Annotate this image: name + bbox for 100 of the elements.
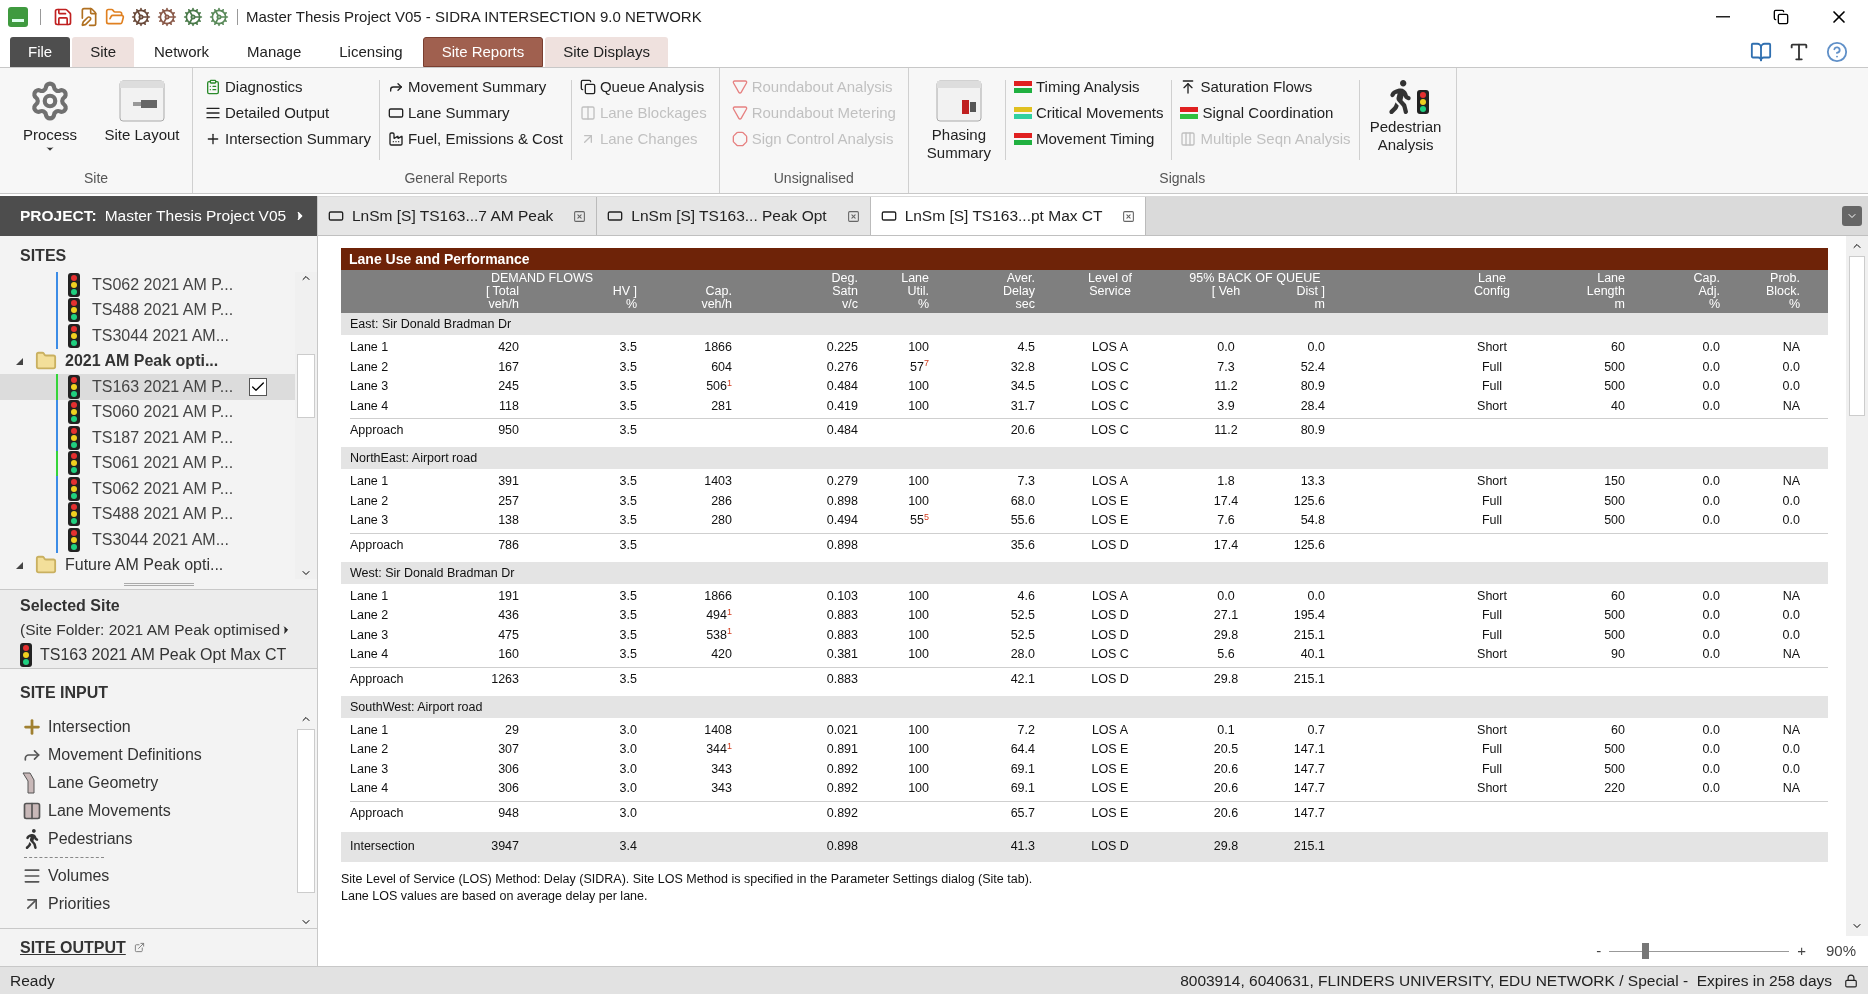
site-item[interactable]: TS488 2021 AM P...	[0, 501, 295, 527]
table-cell: 54.8	[1300, 513, 1325, 528]
close-icon[interactable]	[846, 209, 860, 223]
ribbon-item[interactable]: Timing Analysis	[1013, 76, 1164, 98]
scrollbar-thumb[interactable]	[297, 354, 315, 418]
table-cell: 604	[711, 359, 732, 374]
table-cell: 0.898	[826, 537, 858, 552]
column-header: Level of	[1088, 271, 1132, 285]
ribbon-item[interactable]: Critical Movements	[1013, 102, 1164, 124]
document-tab[interactable]: LnSm [S] TS163...7 AM Peak	[318, 197, 598, 235]
zoom-in-label[interactable]: +	[1797, 939, 1806, 963]
scrollbar-thumb[interactable]	[297, 729, 315, 893]
ribbon-item[interactable]: Detailed Output	[205, 102, 371, 124]
site-input-item[interactable]: Volumes	[20, 862, 295, 890]
book-icon[interactable]	[1750, 41, 1772, 63]
table-cell: 3.5	[619, 474, 637, 489]
table-cell: 500	[1604, 493, 1625, 508]
table-cell: Full	[1481, 493, 1503, 508]
gear-icon[interactable]	[209, 7, 229, 27]
site-item[interactable]: TS163 2021 AM P...	[0, 374, 295, 400]
document-tab[interactable]: LnSm [S] TS163... Peak Opt	[597, 197, 871, 235]
table-cell: 32.8	[1010, 359, 1035, 374]
table-cell: 64.4	[1010, 742, 1035, 757]
table-cell: 3.0	[619, 722, 637, 737]
table-cell: 55.6	[1010, 513, 1035, 528]
gear-icon[interactable]	[183, 7, 203, 27]
zoom-out-label[interactable]: -	[1596, 939, 1602, 963]
slider-thumb[interactable]	[1642, 943, 1650, 959]
site-item[interactable]: TS488 2021 AM P...	[0, 297, 295, 323]
site-item[interactable]: TS060 2021 AM P...	[0, 399, 295, 425]
site-item[interactable]: TS3044 2021 AM...	[0, 527, 295, 553]
ribbon-item[interactable]: Fuel, Emissions & Cost	[387, 128, 563, 150]
ribbon-item[interactable]: Saturation Flows	[1180, 76, 1351, 98]
ribbon-tab[interactable]: Site	[72, 37, 135, 67]
ribbon-item[interactable]: Signal Coordination	[1180, 102, 1351, 124]
ribbon-item[interactable]: Queue Analysis	[579, 76, 707, 98]
table-cell: 41.3	[1010, 839, 1035, 854]
ribbon-button[interactable]: Site Layout	[96, 72, 188, 168]
table-cell: LOS E	[1091, 513, 1129, 528]
close-icon[interactable]	[573, 209, 587, 223]
site-input-item[interactable]: Lane Geometry	[20, 769, 295, 797]
table-cell: 0.0	[1702, 379, 1720, 394]
ribbon-item[interactable]: Intersection Summary	[205, 128, 371, 150]
ribbon-button[interactable]: Phasing Summary	[912, 72, 1005, 168]
folder-item[interactable]: 2021 AM Peak opti...	[0, 348, 295, 374]
bars-icon	[1013, 80, 1032, 94]
site-input-item[interactable]: Pedestrians	[20, 825, 295, 853]
table-cell: 100	[908, 722, 929, 737]
scrollbar[interactable]	[1846, 236, 1868, 936]
rectangle-icon	[328, 208, 344, 224]
close-icon[interactable]	[1122, 209, 1136, 223]
font-icon[interactable]	[1788, 41, 1810, 63]
site-item[interactable]: TS061 2021 AM P...	[0, 450, 295, 476]
site-item[interactable]: TS062 2021 AM P...	[0, 476, 295, 502]
table-cell: 0.0	[1217, 588, 1235, 603]
site-output-link[interactable]: SITE OUTPUT	[20, 935, 126, 960]
check-icon	[249, 377, 268, 396]
document-tab[interactable]: LnSm [S] TS163...pt Max CT	[870, 197, 1147, 235]
site-item[interactable]: TS187 2021 AM P...	[0, 425, 295, 451]
table-cell: 306	[498, 781, 519, 796]
ribbon-item[interactable]: Movement Summary	[387, 76, 563, 98]
ribbon-item[interactable]: Lane Summary	[387, 102, 563, 124]
row-label: Approach	[350, 423, 404, 438]
ribbon-tab[interactable]: Site Displays	[545, 37, 668, 67]
table-cell: 3.0	[619, 805, 637, 820]
table-cell: 69.1	[1010, 781, 1035, 796]
table-cell: 34.5	[1010, 379, 1035, 394]
table-cell: 1.8	[1217, 474, 1235, 489]
scrollbar-thumb[interactable]	[1849, 256, 1865, 416]
ribbon-button[interactable]: Process	[4, 72, 96, 168]
table-cell: LOS C	[1091, 379, 1129, 394]
project-header[interactable]: PROJECT: Master Thesis Project V05	[0, 196, 317, 236]
folder-icon[interactable]	[105, 7, 125, 27]
help-icon[interactable]	[1826, 41, 1848, 63]
site-input-item[interactable]: Movement Definitions	[20, 741, 295, 769]
note-text: Site Level of Service (LOS) Method: Delay (SIDRA). Site LOS Method is specified in the Parameter Settings dialog (Site tab).	[341, 871, 1034, 887]
ribbon-tab[interactable]: Site Reports	[422, 37, 544, 67]
bars-icon	[1013, 132, 1032, 146]
ribbon-button[interactable]: Pedestrian Analysis	[1359, 72, 1452, 168]
gear-icon[interactable]	[131, 7, 151, 27]
edit-document-icon[interactable]	[79, 7, 99, 27]
row-label: Intersection	[350, 839, 415, 854]
site-input-item[interactable]: Lane Movements	[20, 797, 295, 825]
ribbon-item[interactable]: Movement Timing	[1013, 128, 1164, 150]
folder-item[interactable]: Future AM Peak opti...	[0, 552, 295, 578]
zoom-slider[interactable]	[1609, 943, 1790, 959]
row-label: Lane 3	[350, 513, 389, 528]
ribbon-item[interactable]: Diagnostics	[205, 76, 371, 98]
site-item[interactable]: TS062 2021 AM P...	[0, 272, 295, 298]
site-input-item[interactable]: Intersection	[20, 713, 295, 741]
tab-list-button[interactable]	[1842, 206, 1862, 226]
table-cell: 150	[1604, 474, 1625, 489]
expanded-icon	[16, 561, 23, 569]
table-cell: 500	[1604, 742, 1625, 757]
site-input-item[interactable]: Priorities	[20, 890, 295, 918]
ribbon-tab[interactable]: File	[10, 37, 71, 67]
save-icon[interactable]	[53, 7, 73, 27]
site-item[interactable]: TS3044 2021 AM...	[0, 323, 295, 349]
gear-icon[interactable]	[157, 7, 177, 27]
rectangle-icon	[880, 208, 897, 224]
